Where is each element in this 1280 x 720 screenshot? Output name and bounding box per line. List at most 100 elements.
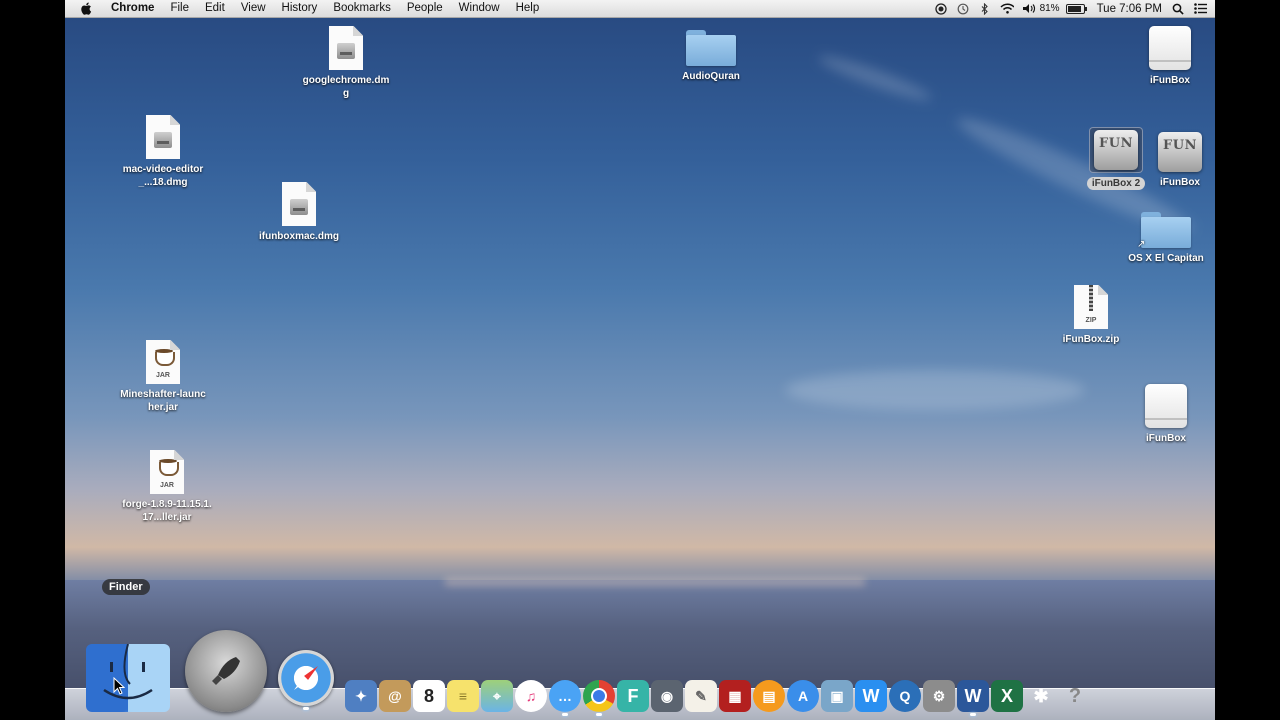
speech-bubble-icon: … <box>558 688 572 704</box>
dock: ✦ @ 8 ≡ ⌖ ♫ … F ◉ ✎ ▦ ▤ A ▣ W Q ⚙ W X ✱ … <box>85 612 1092 716</box>
desktop-icon-label: iFunBox <box>1160 177 1200 188</box>
battery-percentage[interactable]: 81% <box>1040 3 1062 14</box>
dock-messages[interactable]: … <box>549 680 581 716</box>
desktop-icon-ifunbox-drive-top[interactable]: iFunBox <box>1120 26 1215 87</box>
dock-word[interactable]: W <box>957 680 989 716</box>
chrome-logo-icon <box>591 688 607 704</box>
desktop-icon-label: googlechrome.dmg <box>302 75 390 99</box>
folder-icon <box>686 28 736 66</box>
bluetooth-icon: ✱ <box>1033 685 1049 706</box>
horizon-glow <box>445 578 865 586</box>
music-note-icon: ♫ <box>525 688 537 704</box>
word-icon: W <box>964 685 982 706</box>
desktop-icon-label: ifunboxmac.dmg <box>258 231 339 242</box>
menu-bar: Chrome File Edit View History Bookmarks … <box>65 0 1215 18</box>
desktop-icon-ifunbox-drive-bottom[interactable]: iFunBox <box>1116 384 1215 445</box>
desktop-icon-ifunbox-app[interactable]: FUN iFunBox <box>1130 132 1215 189</box>
volume-icon[interactable] <box>1022 2 1036 16</box>
textedit-icon: ✎ <box>695 687 707 704</box>
desktop-icon-osx-el-capitan[interactable]: ↗ OS X El Capitan <box>1116 210 1215 265</box>
desktop-icon-ifunbox-zip[interactable]: ZIP iFunBox.zip <box>1041 285 1141 346</box>
dock-stickies[interactable]: ≡ <box>447 680 479 712</box>
f-app-icon: F <box>627 685 639 706</box>
record-icon[interactable] <box>934 2 948 16</box>
external-drive-icon <box>1149 26 1191 70</box>
dock-iphoto[interactable]: ▣ <box>821 680 853 712</box>
cloud-wisp <box>785 370 1085 410</box>
running-indicator <box>970 713 976 716</box>
dock-f-app[interactable]: F <box>617 680 649 712</box>
fun-logo-text: FUN <box>1158 132 1202 172</box>
alias-arrow-icon: ↗ <box>1137 239 1146 250</box>
desktop-icon-googlechrome-dmg[interactable]: googlechrome.dmg <box>296 26 396 100</box>
dock-facetime[interactable]: ◉ <box>651 680 683 712</box>
menu-window[interactable]: Window <box>451 0 508 17</box>
calendar-day: 8 <box>423 685 434 706</box>
menu-history[interactable]: History <box>274 0 326 17</box>
running-indicator <box>303 707 309 710</box>
desktop-icon-label: Mineshafter-launcher.jar <box>120 389 206 413</box>
dock-launchpad[interactable] <box>185 630 267 712</box>
photo-booth-icon: ▦ <box>728 687 742 704</box>
desktop-icon-mineshafter-jar[interactable]: JAR Mineshafter-launcher.jar <box>113 340 213 414</box>
external-drive-icon <box>1145 384 1187 428</box>
desktop-icon-label: iFunBox <box>1146 433 1186 444</box>
notification-center-icon[interactable] <box>1193 2 1207 16</box>
dock-textedit[interactable]: ✎ <box>685 680 717 712</box>
apple-menu-icon[interactable] <box>77 0 95 17</box>
excel-icon: X <box>1000 685 1013 706</box>
dock-ibooks[interactable]: ▤ <box>753 680 785 712</box>
desktop-icon-forge-jar[interactable]: JAR forge-1.8.9-11.15.1.17...ller.jar <box>117 450 217 524</box>
menu-view[interactable]: View <box>233 0 274 17</box>
gear-icon: ⚙ <box>932 687 946 704</box>
book-icon: ▤ <box>762 687 776 704</box>
desktop-icon-label: forge-1.8.9-11.15.1.17...ller.jar <box>122 499 212 523</box>
dock-quicktime[interactable]: Q <box>889 680 921 712</box>
dock-app-store[interactable]: A <box>787 680 819 712</box>
camera-icon: ◉ <box>660 687 674 704</box>
menu-people[interactable]: People <box>399 0 451 17</box>
desktop-icon-audioquran[interactable]: AudioQuran <box>661 28 761 83</box>
menu-file[interactable]: File <box>162 0 197 17</box>
dock-system-preferences[interactable]: ⚙ <box>923 680 955 712</box>
desktop-icon-ifunboxmac-dmg[interactable]: ifunboxmac.dmg <box>249 182 349 243</box>
desktop[interactable]: Chrome File Edit View History Bookmarks … <box>65 0 1215 720</box>
running-indicator <box>596 713 602 716</box>
battery-icon[interactable] <box>1065 2 1088 16</box>
dock-finder[interactable] <box>86 644 170 712</box>
dock-contacts[interactable]: @ <box>379 680 411 712</box>
menu-app-name[interactable]: Chrome <box>103 0 162 17</box>
quicktime-icon: Q <box>899 688 911 704</box>
compass-icon <box>294 666 318 690</box>
desktop-icon-label: iFunBox.zip <box>1062 334 1120 345</box>
dock-itunes[interactable]: ♫ <box>515 680 547 712</box>
dock-safari[interactable] <box>278 650 334 710</box>
status-area: 81% Tue 7:06 PM <box>930 0 1215 17</box>
zip-tag: ZIP <box>1085 317 1097 324</box>
dock-w-app[interactable]: W <box>855 680 887 712</box>
mouse-cursor-icon <box>113 677 125 695</box>
dock-bluetooth[interactable]: ✱ <box>1025 680 1057 712</box>
desktop-icon-mac-video-editor-dmg[interactable]: mac-video-editor_...18.dmg <box>113 115 213 189</box>
wifi-icon[interactable] <box>1000 2 1014 16</box>
time-machine-icon[interactable] <box>956 2 970 16</box>
zip-file-icon: ZIP <box>1074 285 1108 329</box>
desktop-icon-label: mac-video-editor_...18.dmg <box>122 164 204 188</box>
dock-calendar[interactable]: 8 <box>413 680 445 712</box>
spotlight-search-icon[interactable] <box>1171 2 1185 16</box>
cloud-wisp <box>815 49 935 107</box>
java-jar-file-icon: JAR <box>150 450 184 494</box>
menu-edit[interactable]: Edit <box>197 0 233 17</box>
maps-icon: ⌖ <box>493 687 501 704</box>
dock-excel[interactable]: X <box>991 680 1023 712</box>
dock-help[interactable]: ? <box>1059 680 1091 712</box>
menu-bookmarks[interactable]: Bookmarks <box>325 0 399 17</box>
bluetooth-icon[interactable] <box>978 2 992 16</box>
dock-chrome[interactable] <box>583 680 615 716</box>
w-app-icon: W <box>862 685 880 706</box>
dock-photo-booth[interactable]: ▦ <box>719 680 751 712</box>
dock-preview[interactable]: ✦ <box>345 680 377 712</box>
menubar-clock[interactable]: Tue 7:06 PM <box>1092 3 1167 15</box>
dock-maps[interactable]: ⌖ <box>481 680 513 712</box>
menu-help[interactable]: Help <box>508 0 548 17</box>
